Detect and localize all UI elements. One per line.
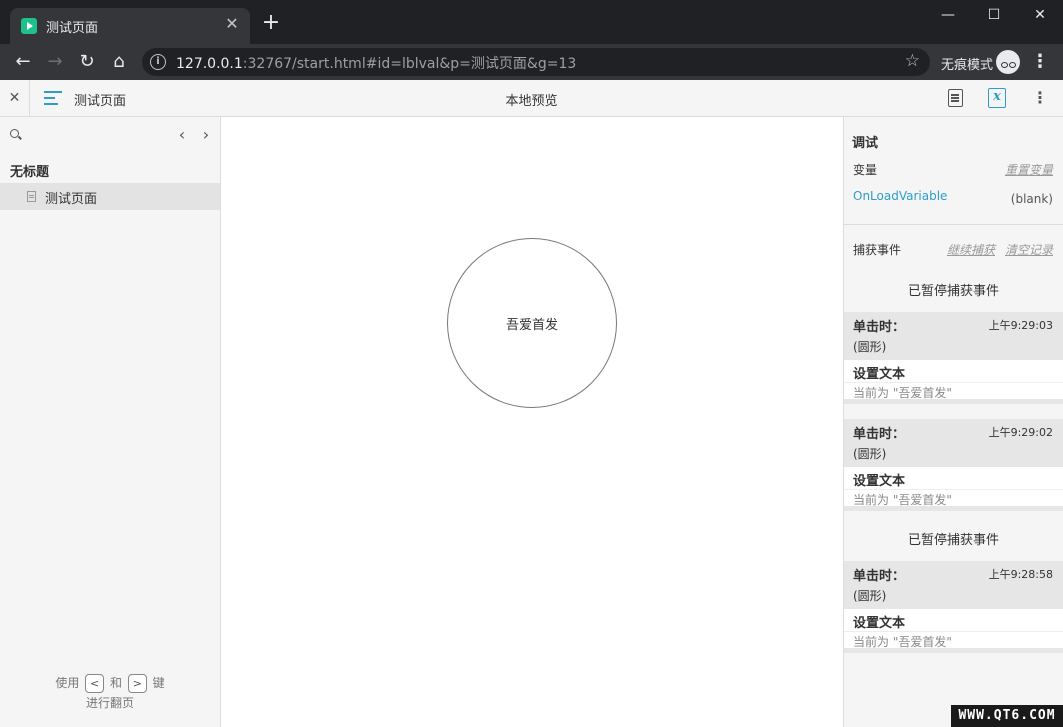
- events-label: 捕获事件: [853, 243, 902, 257]
- console-heading: 调试: [852, 136, 879, 151]
- page-canvas: 吾爱首发: [221, 117, 843, 727]
- window-close-button[interactable]: ✕: [1017, 0, 1063, 30]
- sitemap-item-label: 测试页面: [45, 192, 98, 207]
- new-tab-button[interactable]: +: [260, 12, 282, 34]
- key-period: >: [127, 674, 147, 693]
- browser-toolbar: ← → ↻ ⌂ i 127.0.0.1:32767/start.html#id=…: [0, 44, 1063, 80]
- event-action: 设置文本 当前为 "吾爱首发": [844, 609, 1063, 653]
- tab-title: 测试页面: [46, 21, 99, 36]
- key-comma: <: [85, 674, 105, 693]
- hint-key: 键: [152, 676, 165, 690]
- event-target: (圆形): [853, 589, 887, 603]
- action-divider: [844, 631, 1063, 632]
- hint-line2: 进行翻页: [85, 696, 134, 710]
- incognito-icon[interactable]: [996, 50, 1020, 74]
- project-title: 无标题: [10, 165, 50, 180]
- hint-use: 使用: [55, 676, 80, 690]
- variable-value: (blank): [1010, 192, 1053, 206]
- more-options-icon[interactable]: ⋮: [1032, 88, 1048, 108]
- event-time: 上午9:29:03: [988, 319, 1053, 332]
- preview-title: 本地预览: [505, 94, 558, 109]
- current-page-name: 测试页面: [74, 94, 127, 109]
- reset-variables-link[interactable]: 重置变量: [1005, 161, 1053, 178]
- url-path: :32767/start.html#id=lblval&p=测试页面&g=13: [242, 56, 577, 72]
- event-target: (圆形): [853, 340, 887, 354]
- event-entry: 单击时： 上午9:28:58 (圆形) 设置文本 当前为 "吾爱首发": [844, 561, 1063, 653]
- action-detail: 当前为 "吾爱首发": [853, 386, 952, 400]
- event-header: 单击时： 上午9:28:58 (圆形): [844, 561, 1063, 609]
- browser-tab[interactable]: 测试页面 ✕: [10, 8, 250, 44]
- browser-tab-strip: 测试页面 ✕ + — ☐ ✕: [0, 0, 1063, 44]
- tab-close-button[interactable]: ✕: [222, 14, 242, 34]
- action-name: 设置文本: [853, 474, 906, 489]
- hint-and: 和: [109, 676, 122, 690]
- action-name: 设置文本: [853, 616, 906, 631]
- event-name: 单击时：: [853, 569, 906, 584]
- action-name: 设置文本: [853, 367, 906, 382]
- maximize-button[interactable]: ☐: [971, 0, 1017, 30]
- address-bar[interactable]: i 127.0.0.1:32767/start.html#id=lblval&p…: [142, 48, 930, 76]
- url-text[interactable]: 127.0.0.1:32767/start.html#id=lblval&p=测…: [176, 53, 576, 73]
- previous-page-button[interactable]: ‹: [174, 125, 190, 145]
- paging-hint: 使用 < 和 > 键 进行翻页: [0, 673, 220, 713]
- event-name: 单击时：: [853, 427, 906, 442]
- variables-label: 变量: [853, 163, 878, 177]
- reload-button[interactable]: ↻: [75, 50, 99, 74]
- notes-icon[interactable]: [948, 89, 963, 107]
- sitemap-toggle-icon[interactable]: [44, 91, 62, 105]
- circle-shape[interactable]: 吾爱首发: [447, 238, 617, 408]
- search-icon[interactable]: [10, 129, 19, 138]
- event-time: 上午9:28:58: [988, 568, 1053, 581]
- favicon-icon: [21, 18, 37, 34]
- bookmark-star-icon[interactable]: ☆: [905, 51, 920, 71]
- sitemap-panel: ‹ › 无标题 测试页面 使用 < 和 > 键 进行翻页: [0, 117, 221, 727]
- clear-log-link[interactable]: 清空记录: [1005, 241, 1053, 258]
- forward-button[interactable]: →: [43, 50, 67, 74]
- console-icon[interactable]: x: [988, 88, 1006, 108]
- event-action: 设置文本 当前为 "吾爱首发": [844, 360, 1063, 404]
- incognito-label: 无痕模式: [941, 58, 994, 73]
- event-name: 单击时：: [853, 320, 906, 335]
- watermark: WWW.QT6.COM: [951, 705, 1063, 727]
- action-divider: [844, 489, 1063, 490]
- event-time: 上午9:29:02: [988, 426, 1053, 439]
- action-detail: 当前为 "吾爱首发": [853, 493, 952, 507]
- divider: [844, 224, 1063, 225]
- event-header: 单击时： 上午9:29:03 (圆形): [844, 312, 1063, 360]
- event-target: (圆形): [853, 447, 887, 461]
- site-info-icon[interactable]: i: [150, 54, 166, 70]
- circle-label: 吾爱首发: [505, 317, 558, 333]
- page-icon: [27, 191, 36, 202]
- event-entry: 单击时： 上午9:29:03 (圆形) 设置文本 当前为 "吾爱首发": [844, 312, 1063, 404]
- paused-notice: 已暂停捕获事件: [907, 284, 999, 299]
- event-action: 设置文本 当前为 "吾爱首发": [844, 467, 1063, 511]
- resume-capture-link[interactable]: 继续捕获: [947, 241, 995, 258]
- url-host: 127.0.0.1: [176, 56, 243, 72]
- action-divider: [844, 382, 1063, 383]
- next-page-button[interactable]: ›: [198, 125, 214, 145]
- browser-menu-icon[interactable]: ⋮: [1030, 50, 1050, 74]
- console-panel: 调试 变量 重置变量 OnLoadVariable (blank) 捕获事件 继…: [843, 117, 1063, 727]
- event-entry: 单击时： 上午9:29:02 (圆形) 设置文本 当前为 "吾爱首发": [844, 419, 1063, 511]
- paused-notice: 已暂停捕获事件: [907, 533, 999, 548]
- event-header: 单击时： 上午9:29:02 (圆形): [844, 419, 1063, 467]
- sitemap-item-page[interactable]: 测试页面: [0, 183, 220, 210]
- close-sitemap-button[interactable]: ✕: [0, 80, 30, 116]
- action-detail: 当前为 "吾爱首发": [853, 635, 952, 649]
- variable-name: OnLoadVariable: [853, 189, 948, 203]
- minimize-button[interactable]: —: [925, 0, 971, 30]
- preview-header: ✕ 测试页面 本地预览 x ⋮: [0, 80, 1063, 117]
- back-button[interactable]: ←: [11, 50, 35, 74]
- home-button[interactable]: ⌂: [107, 50, 131, 74]
